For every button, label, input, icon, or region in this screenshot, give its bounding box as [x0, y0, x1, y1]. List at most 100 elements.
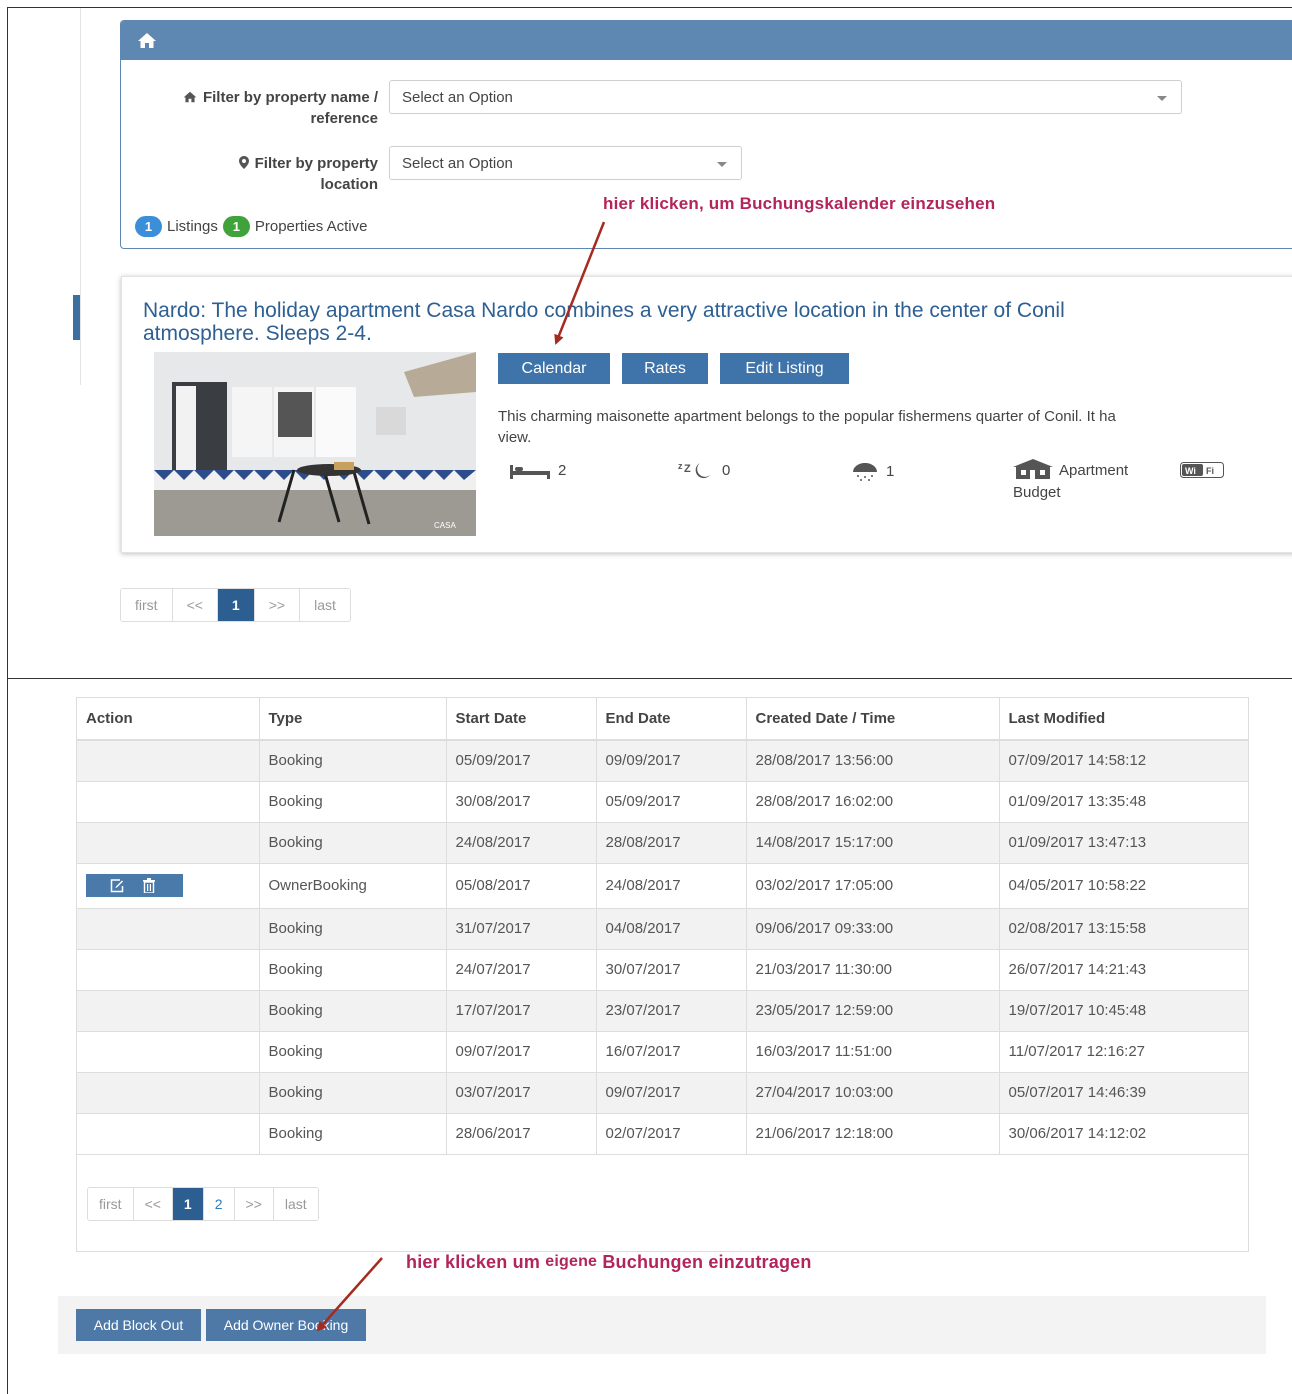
listing-title[interactable]: Nardo: The holiday apartment Casa Nardo …: [143, 299, 1233, 345]
end-cell: 05/09/2017: [596, 781, 747, 823]
listing-screenshot: Filter by property name / reference Sele…: [7, 7, 1292, 679]
edit-icon[interactable]: [110, 878, 124, 893]
svg-text:Wi: Wi: [1185, 466, 1196, 476]
pager-first[interactable]: first: [88, 1188, 134, 1220]
table-row: OwnerBooking 05/08/2017 24/08/2017 03/02…: [77, 863, 1248, 909]
end-cell: 30/07/2017: [596, 949, 747, 991]
action-cell: [77, 949, 260, 991]
add-block-out-button[interactable]: Add Block Out: [76, 1309, 201, 1341]
pager-first[interactable]: first: [121, 589, 173, 621]
action-cell: [77, 990, 260, 1032]
filter-panel: Filter by property name / reference Sele…: [120, 20, 1292, 249]
chevron-down-icon: [1157, 96, 1167, 101]
modified-cell: 02/08/2017 13:15:58: [999, 908, 1248, 950]
bookings-table-panel: Action Type Start Date End Date Created …: [76, 697, 1249, 1252]
header-start-date[interactable]: Start Date: [446, 698, 597, 741]
add-owner-booking-button[interactable]: Add Owner Booking: [206, 1309, 366, 1341]
type-cell: Booking: [259, 822, 447, 864]
active-label: Properties Active: [254, 218, 368, 235]
modified-cell: 19/07/2017 10:45:48: [999, 990, 1248, 1032]
calendar-button[interactable]: Calendar: [498, 353, 610, 384]
trash-icon[interactable]: [143, 878, 156, 893]
svg-text:Z: Z: [684, 463, 691, 475]
svg-text:Fi: Fi: [1206, 466, 1214, 476]
header-modified[interactable]: Last Modified: [999, 698, 1248, 741]
modified-cell: 04/05/2017 10:58:22: [999, 863, 1248, 909]
modified-cell: 05/07/2017 14:46:39: [999, 1072, 1248, 1114]
created-cell: 28/08/2017 16:02:00: [746, 781, 1000, 823]
created-cell: 03/02/2017 17:05:00: [746, 863, 1000, 909]
header-created[interactable]: Created Date / Time: [746, 698, 1000, 741]
shower-icon: [853, 463, 877, 481]
pager-last[interactable]: last: [273, 1188, 318, 1220]
property-type-feature: Apartment Budget: [1013, 459, 1128, 504]
action-cell: [77, 863, 260, 909]
map-pin-icon: [238, 155, 249, 175]
modified-cell: 11/07/2017 12:16:27: [999, 1031, 1248, 1073]
start-cell: 24/07/2017: [446, 949, 597, 991]
photo-watermark: CASA: [434, 521, 456, 530]
sleep-icon: z Z: [678, 461, 710, 479]
pager-page-2[interactable]: 2: [203, 1188, 235, 1220]
owner-booking-hint-annotation: hier klicken um eigene Buchungen einzutr…: [406, 1252, 812, 1272]
property-select[interactable]: Select an Option: [389, 80, 1182, 114]
end-cell: 09/07/2017: [596, 1072, 747, 1114]
location-select[interactable]: Select an Option: [389, 146, 742, 180]
end-cell: 16/07/2017: [596, 1031, 747, 1073]
table-row: Booking 05/09/2017 09/09/2017 28/08/2017…: [77, 740, 1248, 782]
bed-icon: [510, 464, 550, 479]
modified-cell: 01/09/2017 13:47:13: [999, 822, 1248, 864]
start-cell: 30/08/2017: [446, 781, 597, 823]
pager-next[interactable]: >>: [254, 589, 301, 621]
start-cell: 24/08/2017: [446, 822, 597, 864]
end-cell: 02/07/2017: [596, 1113, 747, 1155]
end-cell: 23/07/2017: [596, 990, 747, 1032]
home-icon: [138, 33, 156, 48]
table-row: Booking 30/08/2017 05/09/2017 28/08/2017…: [77, 781, 1248, 823]
pager-prev[interactable]: <<: [172, 589, 218, 621]
wifi-icon: Wi Fi: [1180, 462, 1224, 478]
created-cell: 28/08/2017 13:56:00: [746, 740, 1000, 782]
type-cell: Booking: [259, 781, 447, 823]
end-cell: 24/08/2017: [596, 863, 747, 909]
start-cell: 17/07/2017: [446, 990, 597, 1032]
listings-label: Listings: [167, 218, 218, 235]
listing-pagination: first << 1 >> last: [120, 588, 351, 622]
bathrooms-feature: 1: [852, 461, 894, 481]
action-cell: [77, 781, 260, 823]
header-type[interactable]: Type: [259, 698, 447, 741]
type-cell: Booking: [259, 1113, 447, 1155]
pager-prev[interactable]: <<: [133, 1188, 173, 1220]
created-cell: 09/06/2017 09:33:00: [746, 908, 1000, 950]
type-cell: Booking: [259, 908, 447, 950]
header-action[interactable]: Action: [77, 698, 260, 741]
sidebar-divider: [80, 8, 81, 385]
sidebar-active-indicator: [73, 295, 80, 340]
created-cell: 23/05/2017 12:59:00: [746, 990, 1000, 1032]
building-icon: [1013, 459, 1053, 479]
rates-button[interactable]: Rates: [622, 353, 708, 384]
created-cell: 27/04/2017 10:03:00: [746, 1072, 1000, 1114]
row-action-buttons: [86, 874, 183, 897]
chevron-down-icon: [717, 162, 727, 167]
pager-next[interactable]: >>: [234, 1188, 274, 1220]
edit-listing-button[interactable]: Edit Listing: [720, 353, 849, 384]
wifi-feature: Wi Fi: [1180, 462, 1232, 478]
created-cell: 16/03/2017 11:51:00: [746, 1031, 1000, 1073]
created-cell: 21/06/2017 12:18:00: [746, 1113, 1000, 1155]
header-end-date[interactable]: End Date: [596, 698, 747, 741]
property-filter-label: Filter by property name / reference: [135, 88, 378, 129]
start-cell: 31/07/2017: [446, 908, 597, 950]
action-cell: [77, 822, 260, 864]
action-cell: [77, 1072, 260, 1114]
start-cell: 28/06/2017: [446, 1113, 597, 1155]
type-cell: Booking: [259, 1031, 447, 1073]
pager-page-1[interactable]: 1: [172, 1188, 204, 1220]
type-cell: Booking: [259, 949, 447, 991]
start-cell: 09/07/2017: [446, 1031, 597, 1073]
table-row: Booking 24/08/2017 28/08/2017 14/08/2017…: [77, 822, 1248, 864]
location-filter-label: Filter by property location: [135, 154, 378, 195]
pager-last[interactable]: last: [300, 589, 350, 621]
pager-page-1[interactable]: 1: [217, 589, 255, 621]
type-cell: OwnerBooking: [259, 863, 447, 909]
